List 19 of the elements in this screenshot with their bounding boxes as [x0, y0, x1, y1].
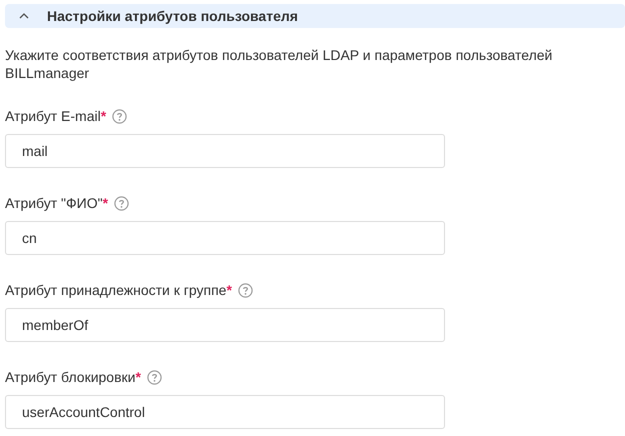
input-field[interactable]: memberOf	[5, 308, 445, 342]
help-icon[interactable]	[114, 196, 130, 210]
help-icon[interactable]	[238, 282, 253, 298]
field-label: Атрибут блокировки	[5, 369, 136, 385]
help-icon[interactable]	[112, 108, 128, 124]
description-text: Укажите соответствия атрибутов пользователей LDAP и параметров пользователей BILLmanager	[5, 46, 554, 82]
section-header[interactable]: Настройки атрибутов пользователя	[5, 4, 625, 28]
required-mark: *	[226, 282, 232, 298]
required-mark: *	[100, 108, 106, 124]
field-label: Атрибут E-mail	[5, 108, 101, 124]
input-field[interactable]: cn	[5, 221, 445, 255]
input-field[interactable]: userAccountControl	[5, 395, 445, 429]
required-mark: *	[102, 195, 108, 211]
field-label: Атрибут принадлежности к группе	[5, 282, 226, 298]
section-title: Настройки атрибутов пользователя	[47, 8, 298, 24]
input-field[interactable]: mail	[5, 134, 445, 168]
required-mark: *	[135, 369, 141, 385]
field-label: Атрибут "ФИО"	[5, 195, 103, 211]
help-icon[interactable]	[146, 370, 162, 384]
